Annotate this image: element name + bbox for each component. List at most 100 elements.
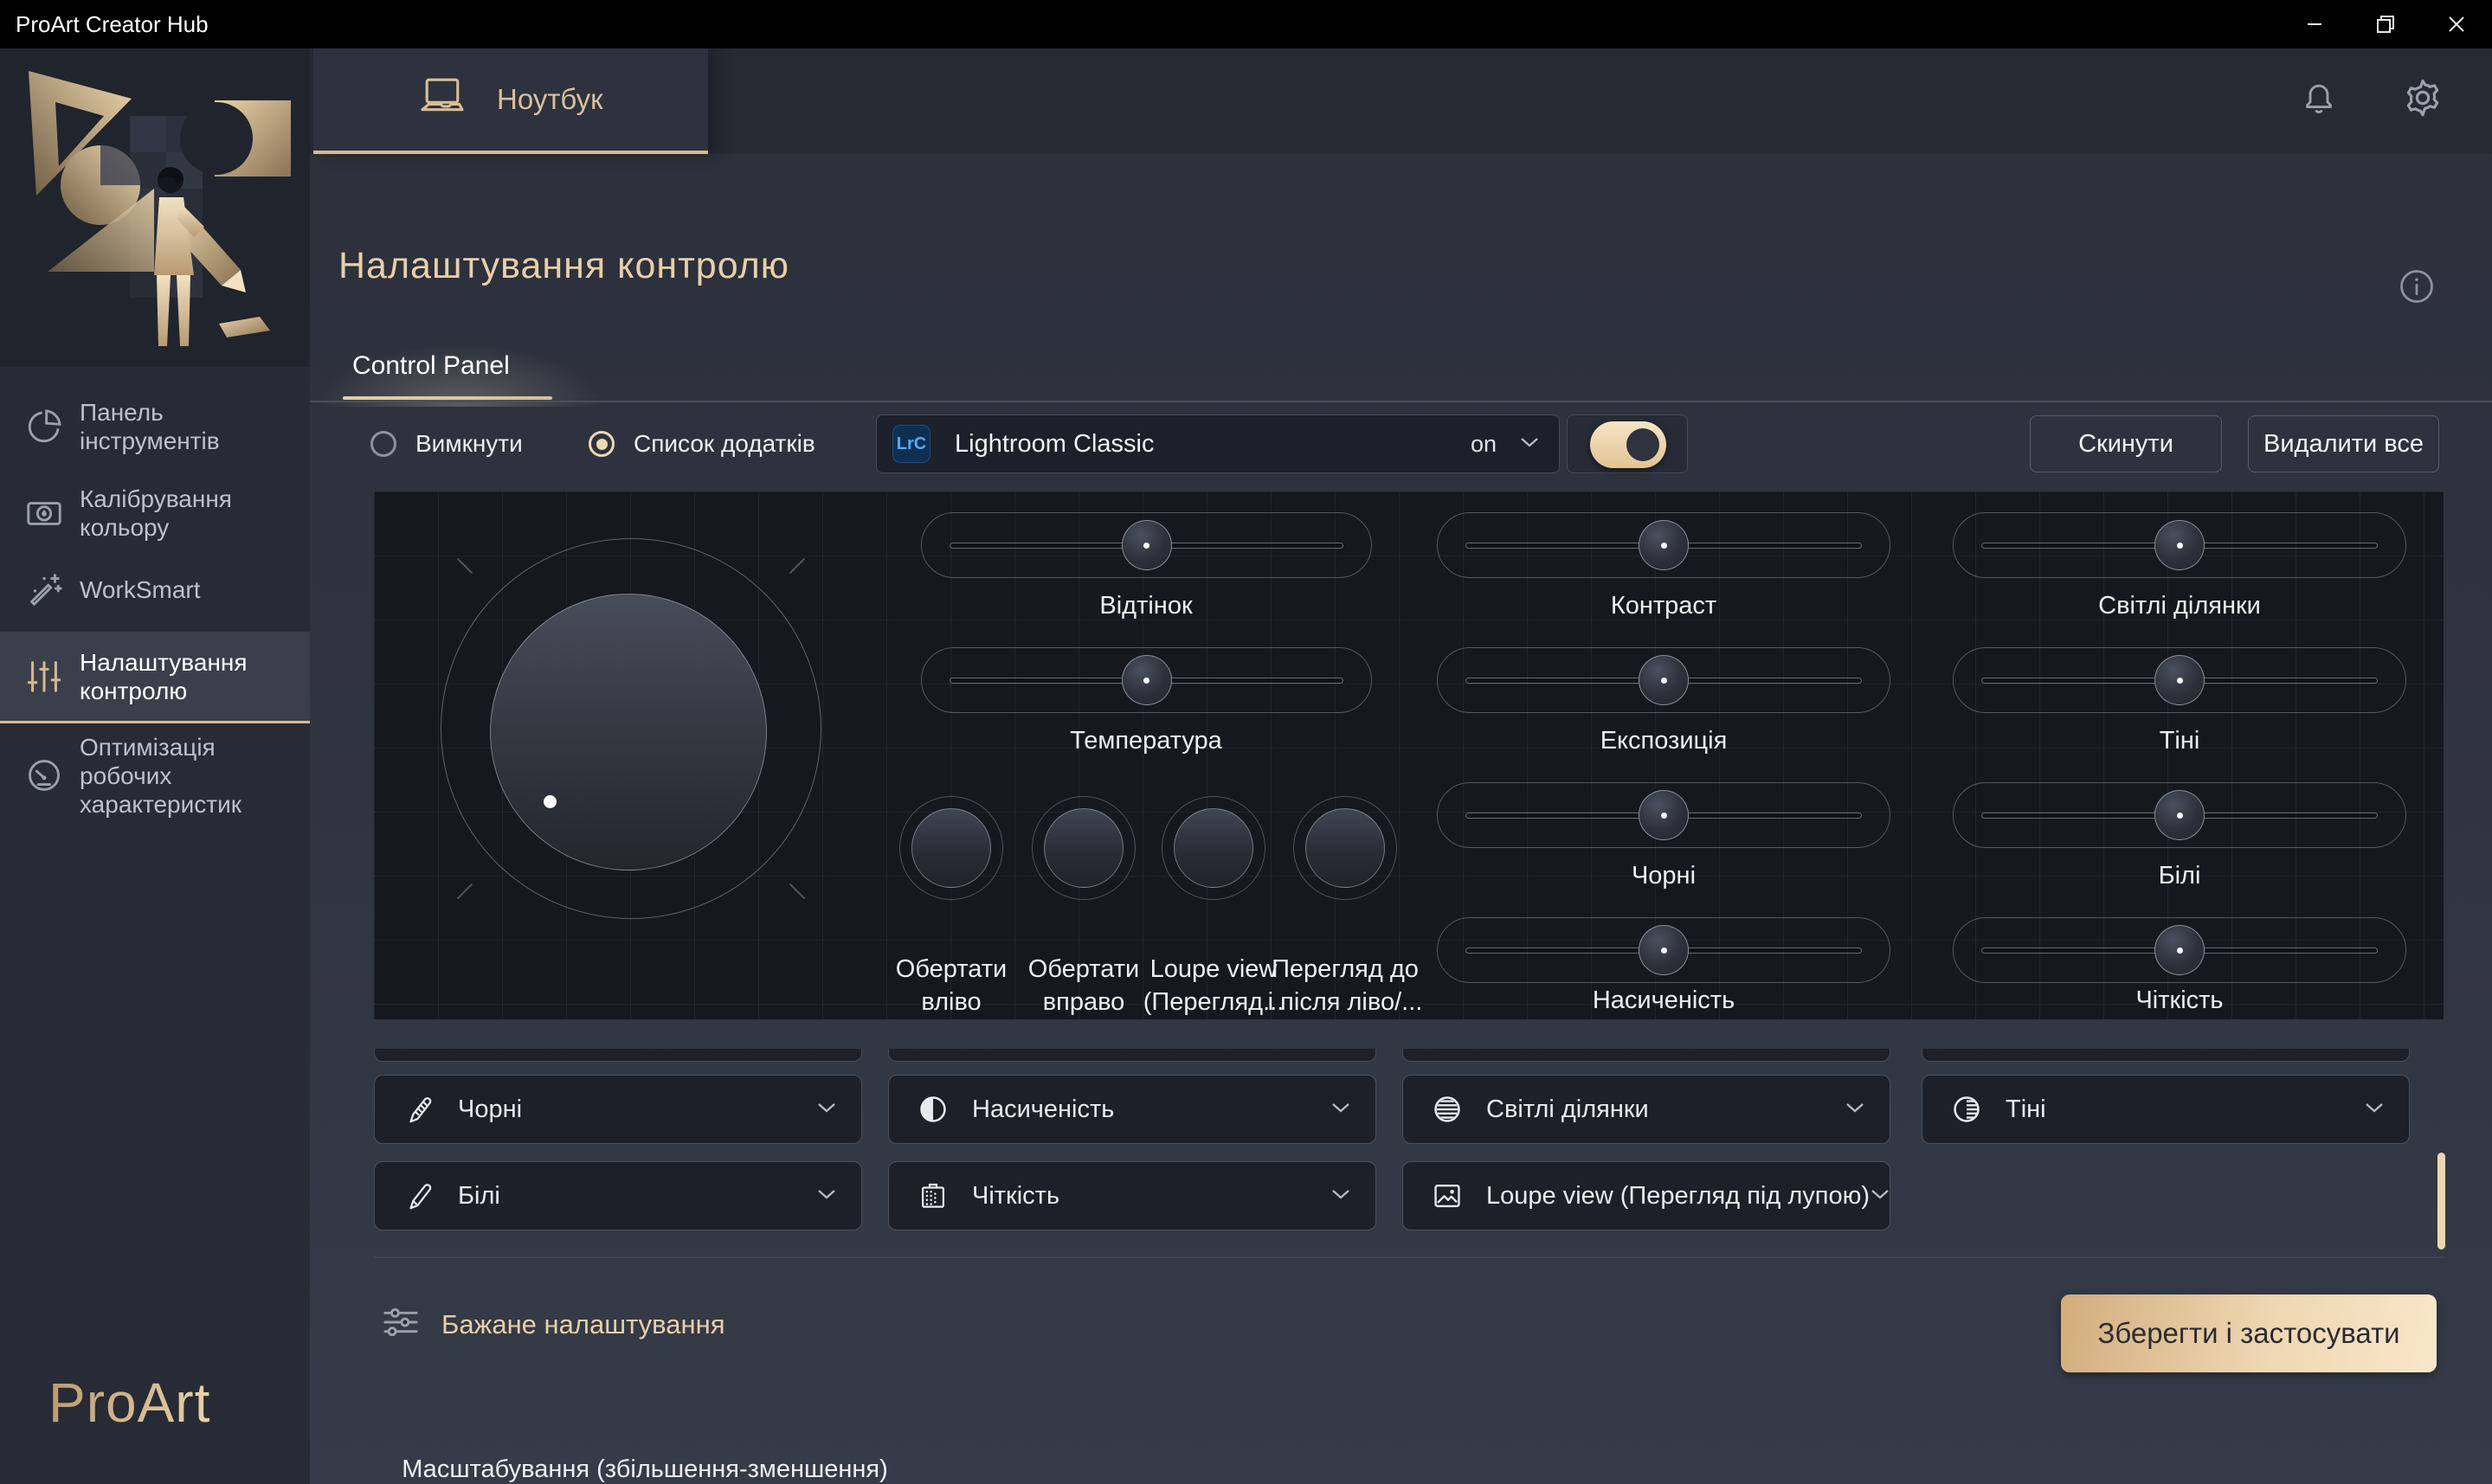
zoom-dial-knob[interactable] (490, 594, 767, 870)
slider-knob[interactable] (2154, 790, 2205, 840)
radio-disable-circle[interactable] (370, 431, 396, 457)
shortcut-card-loupe-view[interactable]: Loupe view (Перегляд під лупою) (1402, 1161, 1890, 1230)
delete-all-button[interactable]: Видалити все (2248, 415, 2439, 472)
slider-label-highlights: Світлі ділянки (2098, 592, 2261, 620)
toggle-pill[interactable] (1590, 421, 1666, 468)
chevron-down-icon (816, 1188, 837, 1205)
app-name: Lightroom Classic (955, 430, 1154, 459)
sidebar-item-label: WorkSmart (80, 575, 310, 604)
slider-knob[interactable] (1639, 520, 1689, 570)
close-button[interactable] (2421, 0, 2492, 48)
chevron-down-icon (816, 1102, 837, 1118)
app-state-value: on (1471, 431, 1497, 458)
card-sliver (1922, 1049, 2410, 1062)
chevron-down-icon (1330, 1102, 1351, 1118)
head-divider (310, 401, 2492, 402)
shadows-icon (1950, 1093, 1983, 1126)
rotate-right-button[interactable] (1032, 796, 1136, 900)
dial-tick (789, 883, 805, 899)
slider-label-hue: Відтінок (1099, 592, 1192, 620)
device-tabbar: Ноутбук (310, 48, 2492, 154)
slider-label-blacks: Чорні (1632, 862, 1696, 890)
restore-button[interactable] (2350, 0, 2421, 48)
sidebar-item-dashboard[interactable]: Панель інструментів (0, 385, 310, 468)
loupe-view-button[interactable] (1162, 796, 1265, 900)
radio-app-list-circle[interactable] (589, 431, 615, 457)
subtab-underline (343, 396, 552, 400)
shortcut-card-clarity[interactable]: Чіткість (888, 1161, 1376, 1230)
shortcut-card-shadows[interactable]: Тіні (1922, 1075, 2410, 1144)
slider-knob[interactable] (2154, 655, 2205, 705)
app-enable-toggle[interactable] (1567, 414, 1688, 473)
minimize-button[interactable] (2279, 0, 2350, 48)
sidebar-item-label: контролю (80, 677, 310, 705)
slider-blacks[interactable] (1437, 782, 1890, 848)
sidebar-item-worksmart[interactable]: WorkSmart (0, 562, 310, 616)
card-label: Чіткість (972, 1182, 1059, 1211)
slider-shadows[interactable] (1953, 647, 2406, 713)
tab-laptop[interactable]: Ноутбук (313, 48, 708, 154)
slider-knob[interactable] (1122, 520, 1172, 570)
preferred-settings-link[interactable]: Бажане налаштування (381, 1305, 725, 1344)
shortcut-card-highlights[interactable]: Світлі ділянки (1402, 1075, 1890, 1144)
rotate-left-label: вліво (921, 988, 981, 1017)
performance-icon (24, 755, 64, 795)
slider-knob[interactable] (1122, 655, 1172, 705)
radio-disable-label: Вимкнути (415, 430, 523, 458)
shortcut-card-blacks[interactable]: Чорні (374, 1075, 862, 1144)
card-label: Світлі ділянки (1486, 1095, 1649, 1124)
slider-saturation[interactable] (1437, 917, 1890, 983)
radio-app-list-label: Список додатків (634, 430, 815, 458)
slider-highlights[interactable] (1953, 512, 2406, 578)
zoom-dial-indicator (544, 795, 557, 808)
info-icon[interactable] (2399, 268, 2435, 305)
shortcut-card-whites[interactable]: Білі (374, 1161, 862, 1230)
sidebar-item-performance[interactable]: Оптимізація робочих характеристик (0, 727, 310, 824)
before-after-button[interactable] (1293, 796, 1397, 900)
rotate-left-label: Обертати (896, 955, 1007, 984)
slider-knob[interactable] (2154, 925, 2205, 975)
slider-knob[interactable] (1639, 790, 1689, 840)
tab-control-panel[interactable]: Control Panel (352, 351, 510, 381)
loupe-view-label: (Перегляд... (1143, 988, 1285, 1017)
slider-knob[interactable] (1639, 655, 1689, 705)
control-settings-icon (24, 657, 64, 697)
rotate-left-button[interactable] (899, 796, 1003, 900)
slider-hue[interactable] (921, 512, 1372, 578)
notifications-button[interactable] (2299, 78, 2339, 122)
sidebar-item-label: Калібрування (80, 485, 310, 513)
texture-icon (917, 1179, 950, 1212)
radio-app-list[interactable]: Список додатків (589, 431, 815, 457)
slider-knob[interactable] (2154, 520, 2205, 570)
app-select-dropdown[interactable]: LrC Lightroom Classic on (876, 414, 1560, 473)
card-label: Насиченість (972, 1095, 1114, 1124)
shortcut-card-saturation[interactable]: Насиченість (888, 1075, 1376, 1144)
sidebar-item-control-settings[interactable]: Налаштування контролю (0, 632, 310, 723)
zoom-dial[interactable] (441, 538, 821, 919)
slider-exposure[interactable] (1437, 647, 1890, 713)
slider-clarity[interactable] (1953, 917, 2406, 983)
slider-contrast[interactable] (1437, 512, 1890, 578)
rotate-right-label: Обертати (1028, 955, 1139, 984)
footer-divider (374, 1256, 2444, 1258)
worksmart-icon (24, 569, 64, 609)
settings-gear-button[interactable] (2401, 76, 2444, 124)
chevron-down-icon (1519, 436, 1540, 453)
sidebar-item-color-calibration[interactable]: Калібрування кольору (0, 472, 310, 555)
laptop-icon (417, 76, 467, 123)
rotate-right-core (1044, 808, 1124, 888)
before-after-core (1305, 808, 1385, 888)
reset-button[interactable]: Скинути (2030, 415, 2222, 472)
slider-temperature[interactable] (921, 647, 1372, 713)
save-and-apply-button[interactable]: Зберегти і застосувати (2061, 1294, 2437, 1372)
slider-knob[interactable] (1639, 925, 1689, 975)
dial-tick (457, 558, 473, 574)
lightroom-classic-icon: LrC (892, 425, 930, 463)
slider-label-exposure: Експозиція (1600, 727, 1728, 755)
rotate-left-core (911, 808, 991, 888)
dial-label: Масштабування (збільшення-зменшення) (402, 1455, 888, 1484)
radio-disable[interactable]: Вимкнути (370, 431, 523, 457)
before-after-label: і після ліво/... (1268, 988, 1423, 1017)
vertical-scrollbar[interactable] (2437, 1153, 2445, 1250)
slider-whites[interactable] (1953, 782, 2406, 848)
